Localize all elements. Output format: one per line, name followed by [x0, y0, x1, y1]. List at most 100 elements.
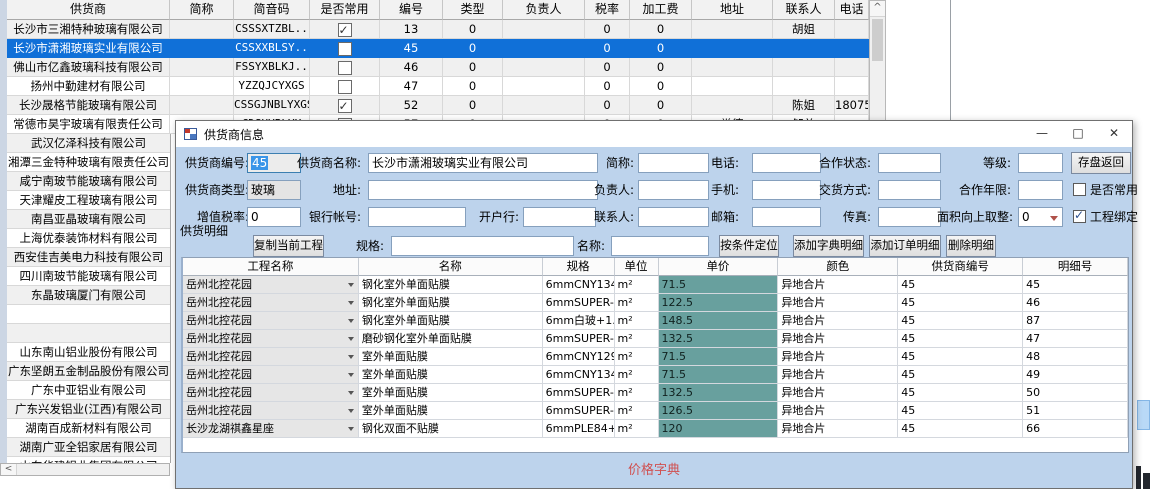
grid-column-header[interactable]: 单位 [615, 258, 659, 276]
project-combo[interactable]: 岳州北控花园 [183, 384, 359, 402]
vertical-scrollbar[interactable]: ^ [869, 0, 886, 122]
common-checkbox[interactable] [338, 61, 352, 75]
maximize-button[interactable]: □ [1060, 121, 1096, 146]
grid-cell: 6mmSUPER-III+12A(硅... [543, 402, 615, 420]
supplier-row[interactable]: 长沙市三湘特种玻璃有限公司CSSSXTZBL..13000胡姐 [7, 20, 869, 39]
column-header[interactable]: 是否常用 [310, 0, 380, 20]
column-header[interactable]: 简称 [170, 0, 234, 20]
common-checkbox[interactable] [338, 80, 352, 94]
detail-row[interactable]: 长沙龙湖祺鑫星座钢化双面不贴膜6mmPLE84+12A(硅酮胶...m²120异… [183, 420, 1128, 438]
coop-status-label: 合作状态: [801, 153, 871, 173]
column-header[interactable]: 负责人 [503, 0, 585, 20]
project-combo[interactable]: 岳州北控花园 [183, 330, 359, 348]
supplier-row[interactable]: 湖南广亚全铝家居有限公司 [7, 438, 170, 457]
scrollbar-thumb[interactable] [872, 19, 883, 61]
coop-status-field[interactable] [878, 153, 941, 173]
supplier-row[interactable]: 西安佳吉美电力科技有限公司 [7, 248, 170, 267]
supplier-row[interactable]: 东晶玻璃厦门有限公司 [7, 286, 170, 305]
area-round-combo[interactable]: 0 [1018, 207, 1063, 227]
close-button[interactable]: ✕ [1096, 121, 1132, 146]
supplier-row[interactable]: 咸宁南玻节能玻璃有限公司 [7, 172, 170, 191]
grid-column-header[interactable]: 供货商编号 [898, 258, 1023, 276]
detail-row[interactable]: 岳州北控花园室外单面贴膜6mmSUPER-III+12A(硅...m²132.5… [183, 384, 1128, 402]
delivery-field[interactable] [878, 180, 941, 200]
common-checkbox[interactable] [338, 23, 352, 37]
supplier-row[interactable] [7, 324, 170, 343]
detail-row[interactable]: 岳州北控花园钢化室外单面贴膜6mmCNY134镀膜钢化m²71.5异地合片454… [183, 276, 1128, 294]
column-header[interactable]: 类型 [443, 0, 503, 20]
column-header[interactable]: 电话 [835, 0, 869, 20]
column-header[interactable]: 地址 [692, 0, 773, 20]
supplier-row[interactable]: 佛山市亿鑫玻璃科技有限公司FSSYXBLKJ..46000 [7, 58, 869, 77]
supplier-row[interactable]: 广东兴发铝业(江西)有限公司 [7, 400, 170, 419]
detail-row[interactable]: 岳州北控花园室外单面贴膜6mmCNY129B镀膜钢化m²71.5异地合片4548 [183, 348, 1128, 366]
supplier-row[interactable]: 长沙市潇湘玻璃实业有限公司CSSXXBLSY..45000 [7, 39, 869, 58]
grade-field[interactable] [1018, 153, 1063, 173]
project-combo[interactable]: 岳州北控花园 [183, 348, 359, 366]
column-header[interactable]: 简音码 [234, 0, 310, 20]
project-combo[interactable]: 岳州北控花园 [183, 366, 359, 384]
supplier-row[interactable]: 湖南百成新材料有限公司 [7, 419, 170, 438]
column-header[interactable]: 税率 [585, 0, 630, 20]
grid-column-header[interactable]: 单价 [659, 258, 779, 276]
project-combo[interactable]: 岳州北控花园 [183, 402, 359, 420]
project-combo[interactable]: 岳州北控花园 [183, 294, 359, 312]
supplier-row[interactable]: 上海优泰装饰材料有限公司 [7, 229, 170, 248]
supplier-row[interactable]: 广东坚朗五金制品股份有限公司 [7, 362, 170, 381]
scroll-up-icon[interactable]: ^ [870, 1, 885, 17]
supplier-row[interactable]: 湘潭三金特种玻璃有限责任公司 [7, 153, 170, 172]
supplier-name-field[interactable]: 长沙市潇湘玻璃实业有限公司 [368, 153, 598, 173]
bank-field[interactable] [523, 207, 596, 227]
supplier-no-field[interactable]: 45 [247, 153, 301, 173]
supplier-row[interactable] [7, 305, 170, 324]
add-order-detail-button[interactable]: 添加订单明细 [869, 235, 941, 257]
detail-row[interactable]: 岳州北控花园室外单面贴膜6mmSUPER-III+12A(硅...m²126.5… [183, 402, 1128, 420]
add-dict-detail-button[interactable]: 添加字典明细 [793, 235, 864, 257]
supplier-row[interactable]: 四川南玻节能玻璃有限公司 [7, 267, 170, 286]
common-checkbox[interactable] [338, 99, 352, 113]
project-combo[interactable]: 岳州北控花园 [183, 312, 359, 330]
detail-row[interactable]: 岳州北控花园钢化室外单面贴膜6mm白玻+1.14PVB+6mm...m²148.… [183, 312, 1128, 330]
spec-filter-input[interactable] [391, 236, 574, 256]
coop-years-field[interactable] [1018, 180, 1063, 200]
copy-project-button[interactable]: 复制当前工程 [253, 235, 324, 257]
supplier-type-field[interactable]: 玻璃 [247, 180, 301, 200]
supplier-cell [310, 77, 380, 96]
project-combo[interactable]: 长沙龙湖祺鑫星座 [183, 420, 359, 438]
supplier-row[interactable]: 山东南山铝业股份有限公司 [7, 343, 170, 362]
scroll-left-icon[interactable]: < [1, 464, 17, 475]
grid-column-header[interactable]: 颜色 [778, 258, 898, 276]
supplier-row[interactable]: 广东中亚铝业有限公司 [7, 381, 170, 400]
column-header[interactable]: 联系人 [773, 0, 835, 20]
common-checkbox[interactable] [338, 42, 352, 56]
supplier-row[interactable]: 武汉亿泽科技有限公司 [7, 134, 170, 153]
dialog-titlebar[interactable]: 供货商信息 — □ ✕ [176, 121, 1132, 147]
column-header[interactable]: 加工费 [630, 0, 692, 20]
column-header[interactable]: 编号 [380, 0, 443, 20]
grid-column-header[interactable]: 名称 [359, 258, 543, 276]
supplier-row[interactable]: 扬州中勤建材有限公司YZZQJCYXGS47000 [7, 77, 869, 96]
save-return-button[interactable]: 存盘返回 [1071, 152, 1131, 174]
bank-no-field[interactable] [368, 207, 466, 227]
detail-row[interactable]: 岳州北控花园磨砂钢化室外单面贴膜6mmSUPER-III+12A(硅...m²1… [183, 330, 1128, 348]
project-combo[interactable]: 岳州北控花园 [183, 276, 359, 294]
column-header[interactable]: 供货商 [7, 0, 170, 20]
address-field[interactable] [368, 180, 598, 200]
horizontal-scrollbar[interactable]: < [0, 463, 170, 476]
project-bind-checkbox[interactable] [1073, 210, 1086, 223]
delete-detail-button[interactable]: 删除明细 [946, 235, 996, 257]
grid-column-header[interactable]: 明细号 [1023, 258, 1128, 276]
coop-years-label: 合作年限: [941, 180, 1011, 200]
supplier-row[interactable]: 南昌亚晶玻璃有限公司 [7, 210, 170, 229]
name-filter-input[interactable] [611, 236, 709, 256]
grid-column-header[interactable]: 规格 [543, 258, 615, 276]
locate-button[interactable]: 按条件定位 [719, 235, 779, 257]
vat-field[interactable]: 0 [247, 207, 301, 227]
supplier-row[interactable]: 长沙晟格节能玻璃有限公司CSSGJNBLYXGS52000陈姐180751 [7, 96, 869, 115]
supplier-row[interactable]: 天津耀皮工程玻璃有限公司 [7, 191, 170, 210]
common-use-checkbox[interactable] [1073, 183, 1086, 196]
minimize-button[interactable]: — [1024, 121, 1060, 146]
grid-column-header[interactable]: 工程名称 [183, 258, 359, 276]
detail-row[interactable]: 岳州北控花园钢化室外单面贴膜6mmSUPER-III+12A(硅...m²122… [183, 294, 1128, 312]
detail-row[interactable]: 岳州北控花园室外单面贴膜6mmCNY134镀膜钢化m²71.5异地合片4549 [183, 366, 1128, 384]
